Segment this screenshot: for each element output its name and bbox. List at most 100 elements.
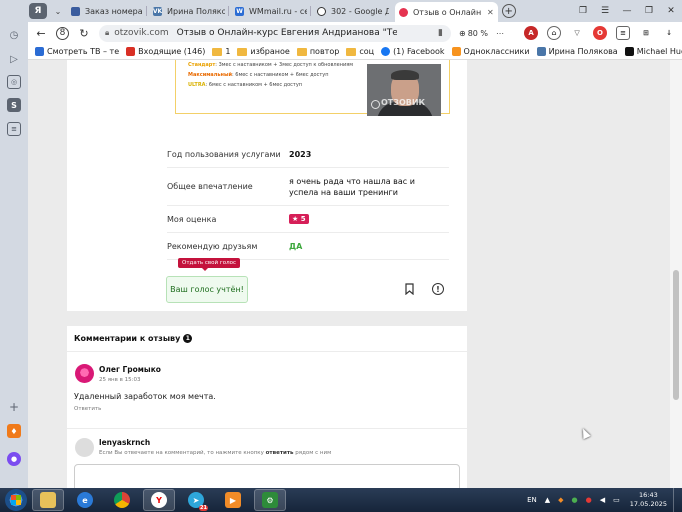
rating-badge: ★ 5: [289, 214, 309, 224]
field-rating: Моя оценка ★ 5: [167, 206, 449, 233]
vote-button[interactable]: Ваш голос учтён!: [166, 276, 248, 303]
tab-4-active[interactable]: Отзыв о Онлайн ✕: [395, 2, 498, 22]
language-indicator[interactable]: EN: [527, 496, 537, 504]
address-bar: ← 8 ↻ 🔒︎ otzovik.com Отзыв о Онлайн-курс…: [28, 22, 682, 44]
watermark-logo-icon: [371, 100, 380, 109]
folder-icon: [296, 47, 307, 56]
tab-3[interactable]: 302 - Google Док: [313, 2, 393, 20]
avatar[interactable]: [75, 364, 94, 383]
taskbar-telegram[interactable]: ➤ 21: [180, 489, 212, 511]
extension-square-icon[interactable]: ≡: [616, 26, 631, 40]
bookmarks-panel-icon[interactable]: ❐: [572, 6, 594, 16]
bookmark-page-icon[interactable]: ▮: [438, 28, 443, 38]
show-desktop-button[interactable]: [673, 488, 678, 512]
download-icon[interactable]: ↓: [662, 26, 677, 40]
bookmark-folder-favorites[interactable]: избраное: [237, 47, 290, 56]
taskbar-chrome[interactable]: [106, 489, 138, 511]
clock[interactable]: 16:43 17.05.2025: [630, 491, 667, 509]
taskbar-explorer[interactable]: [32, 489, 64, 511]
tab-1[interactable]: VK Ирина Полякова: [149, 2, 229, 20]
more-icon[interactable]: ⋯: [496, 29, 504, 38]
facebook-icon: [381, 47, 391, 56]
otzovik-icon: [399, 7, 408, 17]
avatar: [75, 438, 94, 457]
bookmark-inbox[interactable]: Входящие (146): [126, 47, 205, 56]
notification-icon[interactable]: ▭: [613, 496, 620, 504]
scrollbar-thumb[interactable]: [673, 270, 679, 400]
yandex-id-icon[interactable]: 8: [56, 26, 69, 40]
tab-0[interactable]: Заказ номера | S: [67, 2, 147, 20]
extension-red-icon[interactable]: A: [524, 26, 539, 40]
ok-icon: [451, 47, 461, 56]
screenshot-icon[interactable]: ◎: [7, 75, 21, 89]
tab-title: Отзыв о Онлайн: [413, 7, 482, 17]
market-icon[interactable]: ♦: [7, 424, 21, 438]
history-icon[interactable]: ◷: [7, 28, 21, 42]
taskbar-app-green[interactable]: ⚙: [254, 489, 286, 511]
clock-time: 16:43: [639, 491, 658, 499]
zoom-indicator[interactable]: ⊕ 80 %: [459, 29, 488, 38]
comments-title: Комментарии к отзыву 1: [74, 334, 193, 343]
page-scrollbar[interactable]: [670, 60, 682, 488]
form-author: lenyaskrnch: [99, 438, 151, 447]
taskbar-yandex[interactable]: Y: [143, 489, 175, 511]
bookmark-odnoklassniki[interactable]: Одноклассники: [451, 47, 530, 56]
url-field[interactable]: 🔒︎ otzovik.com Отзыв о Онлайн-курс Евген…: [99, 24, 451, 42]
tab-strip: Я ⌄ Заказ номера | S VK Ирина Полякова W…: [0, 0, 682, 22]
vpn-icon[interactable]: ▽: [570, 26, 585, 40]
tray-opera-icon[interactable]: ●: [586, 496, 592, 504]
folder-icon: [346, 47, 357, 56]
alice-icon[interactable]: ●: [7, 452, 21, 466]
tab-2[interactable]: W WMmail.ru - серф: [231, 2, 311, 20]
tray-network-icon[interactable]: ●: [572, 496, 578, 504]
restore-icon[interactable]: ❐: [638, 6, 660, 16]
vk-icon: VK: [152, 6, 163, 16]
extension-opera-icon[interactable]: O: [593, 26, 608, 40]
extension-puzzle-icon[interactable]: ⊞: [639, 26, 654, 40]
add-panel-icon[interactable]: +: [7, 400, 21, 414]
reply-link[interactable]: Ответить: [74, 406, 101, 412]
bookmark-michael[interactable]: Michael Hudso: [624, 47, 682, 56]
collections-icon[interactable]: ≡: [7, 122, 21, 136]
close-tab-icon[interactable]: ✕: [487, 8, 494, 17]
new-tab-button[interactable]: +: [501, 4, 516, 18]
s-app-icon[interactable]: S: [7, 98, 21, 112]
bookmark-folder-repeat[interactable]: повтор: [296, 47, 339, 56]
video-overlay[interactable]: ОТЗОВИК: [367, 64, 441, 116]
comments-card: Комментарии к отзыву 1 Олег Громыко 25 ян…: [67, 326, 467, 488]
start-button[interactable]: [5, 489, 27, 511]
vk-icon: [536, 47, 546, 56]
browser-side-panel: ◷ ▷ ◎ S ≡ + ♦ ●: [0, 0, 28, 488]
taskbar-ie[interactable]: e: [69, 489, 101, 511]
review-card: Стандарт: 3мес с наставником + 3мес дост…: [67, 60, 467, 311]
tray-app-icon[interactable]: ◆: [558, 496, 563, 504]
bookmark-tv[interactable]: Смотреть ТВ – те: [35, 47, 119, 56]
play-icon[interactable]: ▷: [7, 52, 21, 66]
close-window-icon[interactable]: ✕: [660, 6, 682, 16]
bookmark-icon[interactable]: [405, 283, 414, 295]
bookmark-vk[interactable]: Ирина Полякова: [536, 47, 618, 56]
menu-icon[interactable]: ☰: [594, 6, 616, 16]
comment-date: 25 янв в 15:03: [99, 377, 141, 383]
bookmark-folder-1[interactable]: 1: [212, 47, 230, 56]
info-icon[interactable]: !: [432, 283, 444, 295]
minimize-icon[interactable]: —: [616, 6, 638, 16]
bookmark-facebook[interactable]: (1) Facebook: [381, 47, 445, 56]
yandex-menu-button[interactable]: Я: [29, 3, 47, 19]
media-player-icon: ▶: [225, 492, 241, 508]
taskbar-media[interactable]: ▶: [217, 489, 249, 511]
bookmark-folder-social[interactable]: соц: [346, 47, 374, 56]
tab-title: 302 - Google Док: [331, 6, 389, 16]
extension-tag-icon[interactable]: ⌂: [547, 26, 562, 40]
comment-author[interactable]: Олег Громыко: [99, 365, 161, 374]
comment-text: Удаленный заработок моя мечта.: [74, 392, 216, 401]
windows-logo-icon: [11, 495, 21, 505]
reload-icon[interactable]: ↻: [75, 27, 93, 40]
comment-input[interactable]: [74, 464, 460, 488]
tabs-list-chevron-icon[interactable]: ⌄: [51, 7, 65, 16]
volume-icon[interactable]: ◀: [600, 496, 605, 504]
mail-icon: [126, 47, 136, 56]
back-icon[interactable]: ←: [32, 27, 50, 40]
clock-icon: [317, 6, 326, 16]
tray-expand-icon[interactable]: ▲: [545, 496, 550, 504]
